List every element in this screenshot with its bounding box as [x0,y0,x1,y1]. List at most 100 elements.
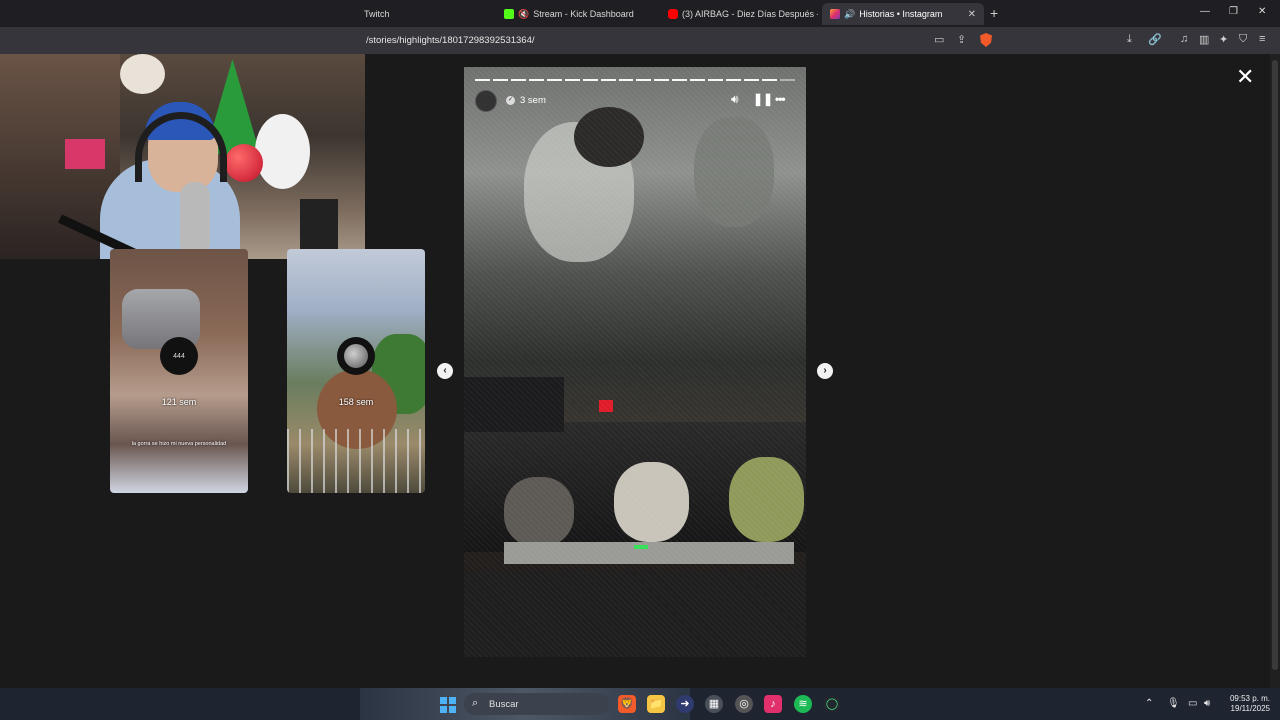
volume-icon[interactable]: 🔊︎ [731,92,739,107]
microphone [180,182,210,257]
tab-label: Stream - Kick Dashboard [533,9,634,19]
screen: Twitch 🔇 Stream - Kick Dashboard (3) AIR… [0,0,1280,720]
ornament-ball [225,144,263,182]
highlight-time: 121 sem [161,397,197,407]
santa-decoration [120,54,165,94]
microphone-icon[interactable]: 🎙︎ [1167,698,1180,709]
obs-icon[interactable]: ◎ [735,695,753,713]
fence [287,429,425,493]
progress-segment [510,79,526,81]
verified-badge-icon: ✓ [506,96,515,105]
moon-avatar-image [344,344,368,368]
webcam-overlay [0,54,365,259]
story-media[interactable] [464,67,806,657]
minimize-button[interactable]: — [1200,6,1210,17]
progress-segment [636,79,652,81]
close-window-button[interactable]: ✕ [1258,6,1266,17]
new-tab-button[interactable]: + [990,5,998,21]
highlight-avatar: 444 [160,337,198,375]
progress-segment [726,79,742,81]
screen-texture [464,67,806,657]
speaker-icon: 🔊 [844,8,856,19]
link-icon[interactable]: 🔗 [1148,33,1162,46]
progress-segment [492,79,508,81]
previous-story-button[interactable]: ‹ [437,363,453,379]
address-bar-url[interactable]: /stories/highlights/18017298392531364/ [366,35,535,46]
browser-tab-strip: Twitch 🔇 Stream - Kick Dashboard (3) AIR… [0,0,1280,27]
close-tab-icon[interactable]: ✕ [968,9,976,20]
gift-box [65,139,105,169]
highlight-preview-adjacent[interactable]: 158 sem [287,249,425,493]
highlight-time: 158 sem [338,397,374,407]
tab-label: Twitch [364,9,390,19]
leo-ai-icon[interactable]: ✦ [1219,33,1228,46]
volume-tray-icon[interactable]: 🔊︎ [1204,698,1210,709]
next-story-button[interactable]: › [817,363,833,379]
app-grid-icon[interactable]: ▦ [705,695,723,713]
address-bar-row: /stories/highlights/18017298392531364/ ▭… [0,27,1280,54]
progress-segment [690,79,706,81]
story-author-avatar[interactable] [475,90,497,112]
progress-segment [475,79,490,81]
tab-label: Historias • Instagram [859,9,943,19]
pause-icon[interactable]: ❚❚ [753,92,773,106]
progress-segment [528,79,544,81]
instagram-icon [830,9,840,19]
search-icon: ⌕ [472,697,479,709]
progress-segment [654,79,670,81]
taskbar-search[interactable]: ⌕ Buscar [464,693,609,715]
instagram-story-viewer: 444 121 sem la gorra se hizo mi nueva pe… [0,54,1270,688]
tab-kick-dashboard[interactable]: 🔇 Stream - Kick Dashboard [496,3,656,25]
app-arrow-icon[interactable]: ➜ [676,695,694,713]
kick-icon [504,9,514,19]
app-ring-icon[interactable]: ◯ [823,695,841,713]
tab-instagram-stories[interactable]: 🔊 Historias • Instagram ✕ [822,3,984,25]
progress-segment [546,79,562,81]
highlight-preview-previous[interactable]: 444 121 sem la gorra se hizo mi nueva pe… [110,249,248,493]
file-explorer-icon[interactable]: 📁 [647,695,665,713]
pc-tower [300,199,338,254]
restore-button[interactable]: ❐ [1229,6,1238,17]
progress-segment [564,79,580,81]
share-icon[interactable]: ⇪ [957,33,966,46]
progress-segment [708,79,724,81]
story-progress-bar [475,79,795,81]
sidebar-icon[interactable]: ▥ [1199,33,1209,46]
progress-segment [582,79,598,81]
more-options-icon[interactable]: ••• [775,92,786,106]
close-story-icon[interactable]: ✕ [1236,66,1254,88]
network-icon[interactable]: ▭ [1188,698,1197,709]
progress-segment [779,79,795,81]
progress-segment [618,79,634,81]
brave-taskbar-icon[interactable]: 🦁 [618,695,636,713]
progress-segment [672,79,688,81]
progress-segment [744,79,759,81]
inflatable-snowman [255,114,310,189]
brave-shield-icon[interactable] [980,33,992,47]
tab-youtube-airbag[interactable]: (3) AIRBAG - Diez Días Después - Vivo [660,3,818,25]
download-icon[interactable]: ⤓ [1127,33,1132,46]
media-icon[interactable]: ♫ [1180,33,1188,45]
menu-icon[interactable]: ≡ [1259,33,1265,45]
taskbar-clock[interactable]: 09:53 p. m. 19/11/2025 [1222,694,1270,714]
spotify-icon[interactable]: ≋ [794,695,812,713]
windows-start-icon[interactable] [440,697,456,713]
search-label: Buscar [489,699,519,710]
story-timestamp: 3 sem [520,95,546,106]
tab-label: (3) AIRBAG - Diez Días Después - Vivo [682,9,818,19]
tray-expand-icon[interactable]: ⌃ [1145,698,1153,709]
highlight-caption: la gorra se hizo mi nueva personalidad [131,441,227,447]
windows-taskbar [0,688,1280,720]
progress-segment [600,79,616,81]
muted-speaker-icon: 🔇 [518,8,530,19]
scrollbar-thumb[interactable] [1272,60,1278,670]
progress-segment [762,79,777,81]
highlight-avatar [337,337,375,375]
tab-twitch[interactable]: Twitch [356,3,496,25]
youtube-icon [668,9,678,19]
cast-icon[interactable]: ▭ [934,33,944,46]
vpn-icon[interactable]: ⛉ [1239,33,1247,46]
tiktok-icon[interactable]: ♪ [764,695,782,713]
clock-time: 09:53 p. m. [1229,694,1270,703]
clock-date: 19/11/2025 [1230,704,1270,713]
